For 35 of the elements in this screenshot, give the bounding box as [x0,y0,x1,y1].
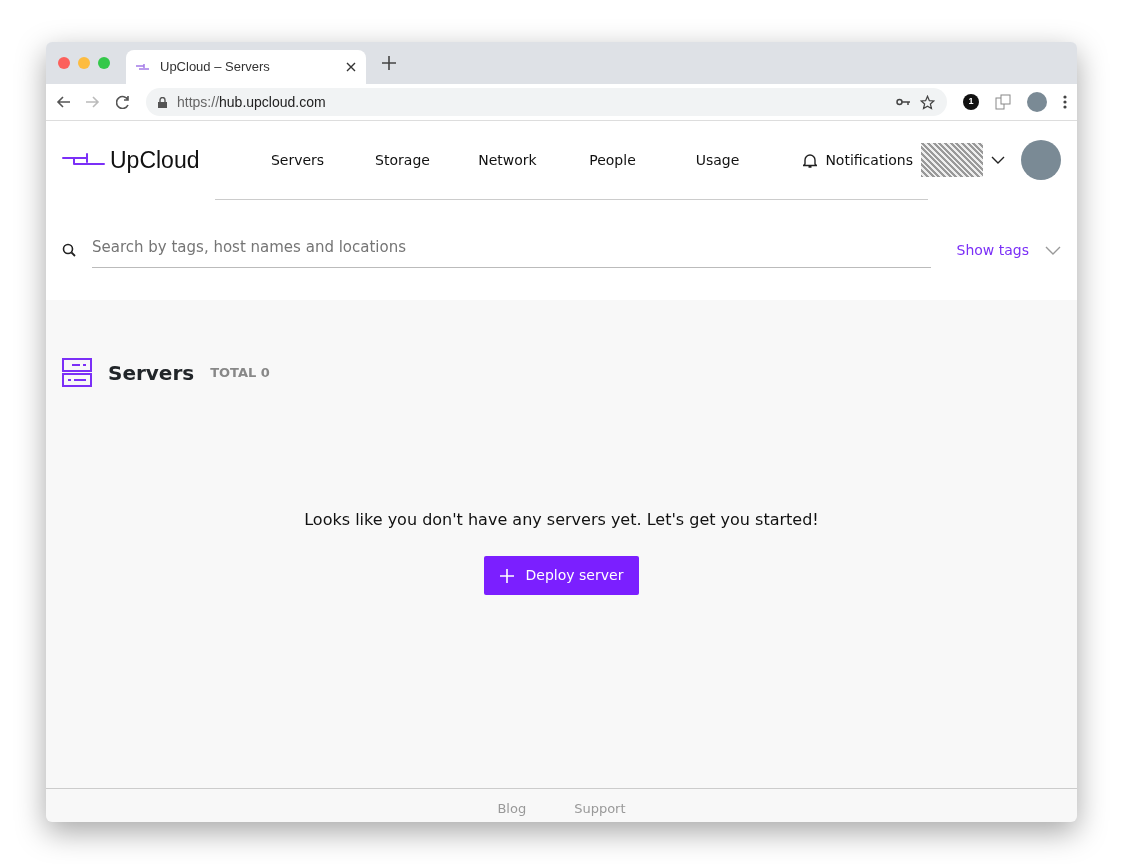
total-count: TOTAL 0 [210,364,270,383]
key-icon[interactable] [896,98,910,106]
url-text: https://hub.upcloud.com [177,92,327,112]
chevron-down-icon[interactable] [991,156,1005,164]
show-tags-link[interactable]: Show tags [956,239,1029,261]
new-tab-icon[interactable] [382,56,396,70]
favicon-icon [136,63,150,71]
deploy-server-button[interactable]: Deploy server [483,556,640,595]
nav-link[interactable]: Servers [245,149,350,171]
plus-icon [499,568,514,583]
star-icon[interactable] [920,94,935,110]
nav-link[interactable]: Storage [350,149,455,171]
empty-state-message: Looks like you don't have any servers yet. Let's get you started! [303,509,820,531]
redacted-account-name [921,143,983,177]
notifications-link[interactable]: Notifications [825,149,913,171]
tab-title: UpCloud – Servers [160,58,271,77]
lock-icon [158,96,167,108]
reload-icon[interactable] [116,95,130,109]
address-bar[interactable]: https://hub.upcloud.com [146,88,947,116]
bell-icon[interactable] [803,152,818,168]
close-icon[interactable] [346,62,356,72]
upcloud-logo[interactable]: UpCloud [62,142,245,178]
menu-icon[interactable] [1063,95,1067,109]
extension-icon[interactable] [995,94,1011,110]
nav-link[interactable]: Usage [665,149,770,171]
nav-link[interactable]: Network [455,149,560,171]
nav-link[interactable]: People [560,149,665,171]
page-title: Servers [108,360,195,387]
server-icon [62,358,92,388]
user-avatar[interactable] [1021,140,1061,180]
extension-badge[interactable]: 1 [963,94,979,110]
back-arrow-icon[interactable] [56,95,70,109]
profile-avatar[interactable] [1027,92,1047,112]
search-icon [62,243,76,257]
browser-tab[interactable]: UpCloud – Servers [126,50,366,84]
